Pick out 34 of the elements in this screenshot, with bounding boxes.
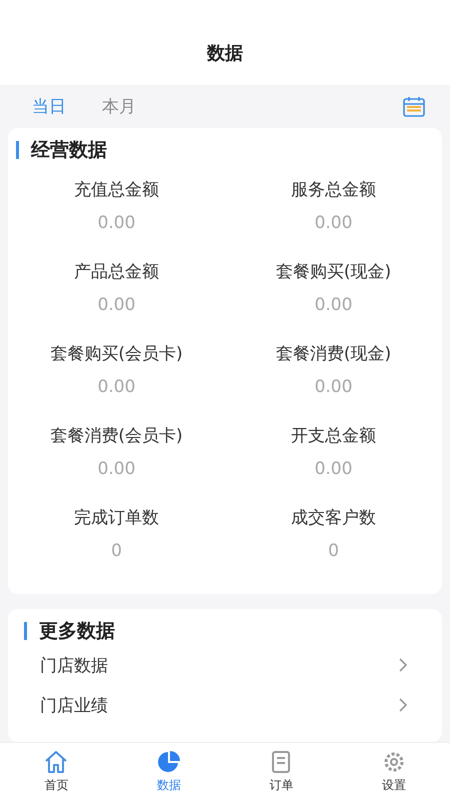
stat-value: 0.00 <box>98 459 136 479</box>
stat-label: 套餐消费(现金) <box>276 343 392 365</box>
list-item[interactable]: 门店业绩 <box>8 685 442 725</box>
pie-chart-icon <box>156 749 182 775</box>
stat-label: 服务总金额 <box>291 179 376 201</box>
tab-bar-item[interactable]: 首页 <box>0 743 112 800</box>
stat-value: 0.00 <box>98 295 136 315</box>
stat-label: 套餐购买(现金) <box>276 261 392 283</box>
stat-label: 充值总金额 <box>74 179 159 201</box>
stat-label: 成交客户数 <box>291 507 376 529</box>
tab-bar-item[interactable]: 设置 <box>338 743 450 800</box>
stat-value: 0.00 <box>314 295 352 315</box>
tab-bar-item[interactable]: 订单 <box>225 743 338 800</box>
chevron-icon <box>398 657 408 673</box>
stat-value: 0.00 <box>98 213 136 233</box>
section-title: 更多数据 <box>39 619 115 644</box>
stat-value: 0.00 <box>98 377 136 397</box>
stat-value: 0 <box>111 541 122 561</box>
page-title: 数据 <box>207 42 243 64</box>
stat-label: 产品总金额 <box>74 261 159 283</box>
tab-bar-item[interactable]: 数据 <box>112 743 225 800</box>
stat-label: 开支总金额 <box>291 425 376 447</box>
stat-value: 0 <box>328 541 339 561</box>
stat-value: 0.00 <box>314 377 352 397</box>
stat-value: 0.00 <box>314 459 352 479</box>
calendar-icon[interactable] <box>402 94 426 118</box>
stat-value: 0.00 <box>314 213 352 233</box>
chevron-icon <box>398 697 408 713</box>
stat-label: 套餐消费(会员卡) <box>50 425 183 447</box>
section-title: 经营数据 <box>31 138 107 163</box>
stat-label: 完成订单数 <box>74 507 159 529</box>
list-item[interactable]: 门店数据 <box>8 645 442 685</box>
stat-label: 套餐购买(会员卡) <box>50 343 183 365</box>
home-icon <box>43 749 70 775</box>
